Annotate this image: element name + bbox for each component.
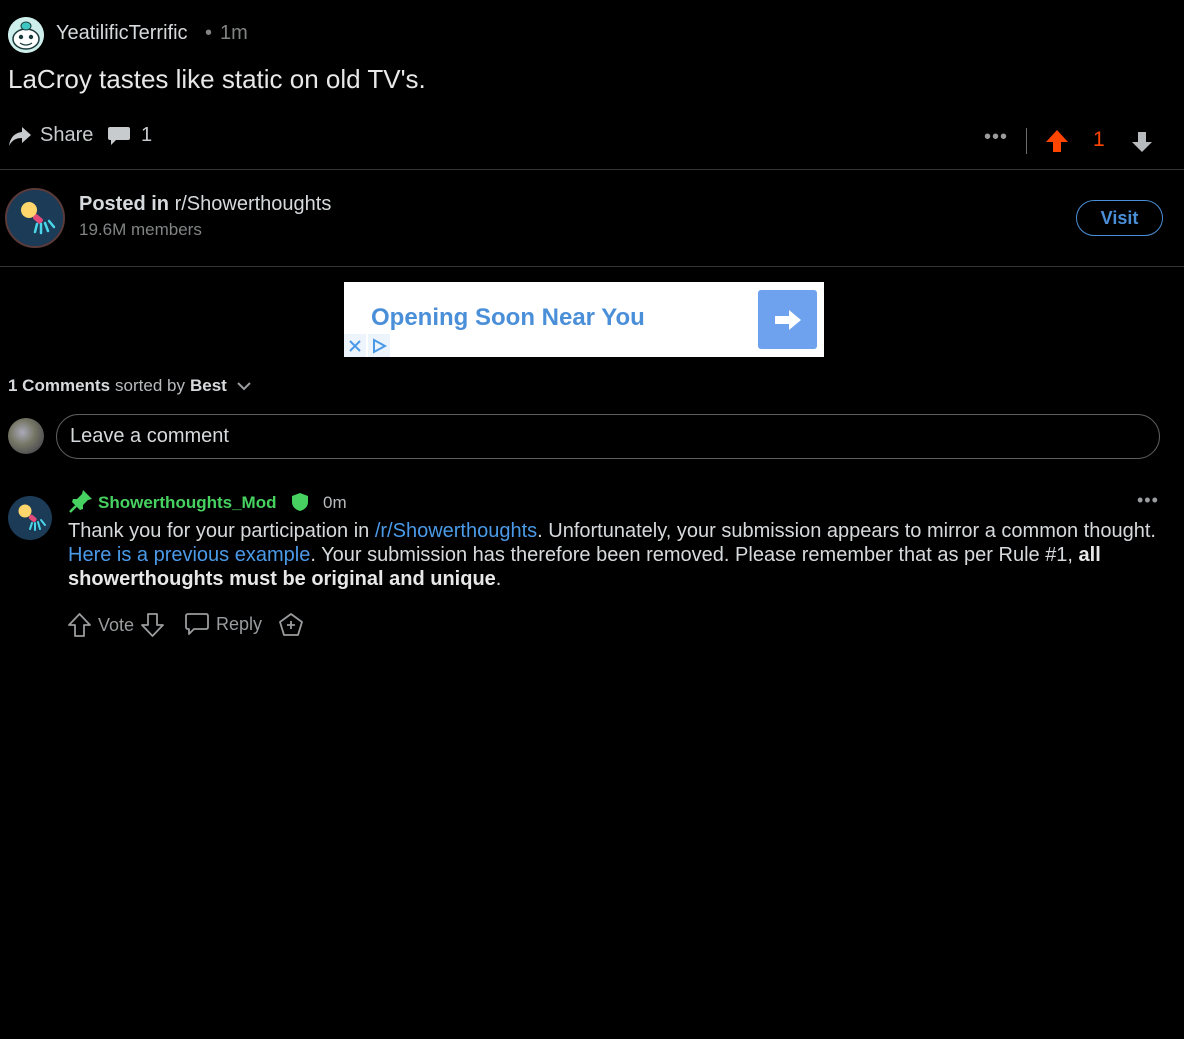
comment-author[interactable]: Showerthoughts_Mod	[98, 493, 276, 513]
award-icon	[279, 613, 303, 636]
subreddit-avatar[interactable]	[5, 188, 65, 248]
separator-dot: •	[205, 22, 213, 44]
visit-button[interactable]: Visit	[1076, 200, 1163, 236]
ad-close-button[interactable]	[344, 334, 366, 357]
comment-text: Thank you for your participation in	[68, 520, 375, 542]
sort-value[interactable]: Best	[190, 376, 227, 396]
divider	[1026, 128, 1027, 154]
comment-text: .	[495, 568, 502, 590]
post-score: 1	[1093, 128, 1105, 151]
ad-headline[interactable]: Opening Soon Near You	[371, 304, 645, 332]
author-avatar[interactable]	[8, 17, 44, 53]
post-author[interactable]: YeatilificTerrific	[56, 22, 188, 45]
subreddit-name[interactable]: r/Showerthoughts	[175, 193, 332, 215]
vote-control[interactable]: Vote	[67, 612, 165, 638]
comment-count: 1	[141, 124, 153, 146]
share-icon	[9, 126, 31, 146]
upvote-icon[interactable]	[1045, 128, 1069, 159]
comment-input[interactable]	[56, 414, 1160, 459]
downvote-icon[interactable]	[1131, 130, 1153, 159]
shield-icon	[291, 492, 309, 517]
posted-in: Posted in r/Showerthoughts	[79, 193, 331, 216]
comment-time: 0m	[323, 493, 347, 512]
divider	[0, 266, 1184, 267]
member-count: 19.6M members	[79, 220, 202, 239]
post-time: 1m	[220, 22, 248, 44]
upvote-outline-icon[interactable]	[67, 612, 92, 638]
vote-label: Vote	[98, 614, 135, 635]
ad-choices-button[interactable]	[368, 334, 390, 357]
comment-icon	[108, 126, 130, 145]
pin-icon	[68, 488, 94, 519]
arrow-right-icon	[774, 309, 801, 330]
downvote-outline-icon[interactable]	[140, 612, 165, 638]
posted-in-label: Posted in	[79, 193, 170, 215]
comment-text: . Unfortunately, your submission appears…	[537, 520, 1156, 542]
reply-label: Reply	[216, 613, 263, 634]
close-icon	[349, 339, 361, 352]
previous-example-link[interactable]: Here is a previous example	[68, 544, 310, 566]
post-title: LaCroy tastes like static on old TV's.	[8, 64, 426, 94]
chevron-down-icon[interactable]	[236, 379, 252, 393]
comment-text: . Your submission has therefore been rem…	[310, 544, 1079, 566]
ad-choices-icon	[373, 337, 387, 354]
comment-count-button[interactable]: 1	[107, 124, 152, 147]
commenter-avatar[interactable]	[8, 496, 52, 540]
comment-body: Thank you for your participation in /r/S…	[68, 519, 1168, 591]
comments-sort[interactable]: 1 Comments sorted by Best	[8, 376, 252, 396]
reply-icon	[185, 613, 209, 635]
share-label: Share	[40, 124, 94, 146]
more-options-icon[interactable]: •••	[984, 126, 1008, 149]
user-avatar[interactable]	[8, 418, 44, 454]
award-button[interactable]	[278, 612, 304, 638]
ad-arrow-button[interactable]	[758, 290, 817, 349]
sorted-by-label: sorted by	[115, 376, 185, 395]
comments-count-label: 1 Comments	[8, 376, 111, 395]
subreddit-link[interactable]: /r/Showerthoughts	[375, 520, 537, 542]
ad-banner[interactable]: Opening Soon Near You	[344, 282, 824, 357]
reply-button[interactable]: Reply	[184, 612, 262, 636]
comment-more-icon[interactable]: •••	[1137, 490, 1159, 511]
divider	[0, 169, 1184, 170]
share-button[interactable]: Share	[8, 124, 93, 147]
